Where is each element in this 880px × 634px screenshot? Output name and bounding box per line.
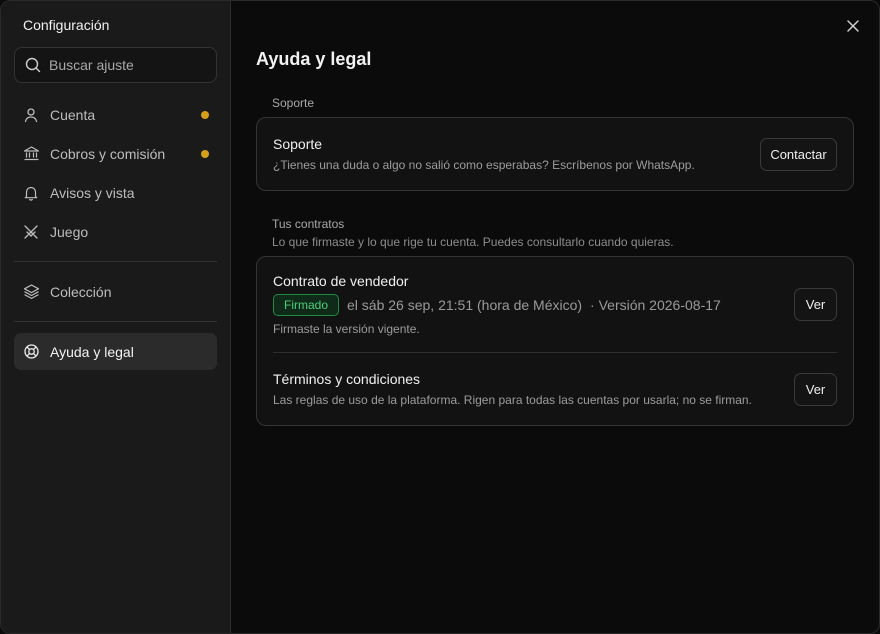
support-text: Soporte ¿Tienes una duda o algo no salió… [273,136,760,172]
terms-title: Términos y condiciones [273,371,421,387]
support-title: Soporte [273,136,323,152]
bank-icon [22,145,40,163]
sidebar-divider [14,261,217,262]
search-input[interactable] [49,57,230,73]
layers-icon [22,283,40,301]
contracts-card: Contrato de vendedor Firmado el sáb 26 s… [256,256,854,426]
contracts-section-description: Lo que firmaste y lo que rige tu cuenta.… [272,235,674,249]
support-description: ¿Tienes una duda o algo no salió como es… [273,158,695,172]
settings-window: Configuración Cuenta Cobros y comisión [0,0,880,634]
contracts-section-label: Tus contratos [272,217,345,231]
sidebar-item-coleccion[interactable]: Colección [14,273,217,310]
lifebuoy-icon [22,343,40,361]
sidebar-item-label: Cuenta [50,106,96,123]
sidebar-item-label: Avisos y vista [50,184,135,201]
seller-contract-text: Contrato de vendedor Firmado el sáb 26 s… [273,273,794,336]
swords-icon [22,223,40,241]
sidebar-divider [14,321,217,322]
status-badge: Firmado [273,294,340,316]
search-box[interactable] [14,47,230,83]
notification-dot [201,111,209,119]
view-terms-button[interactable]: Ver [794,372,837,406]
terms-description: Las reglas de uso de la plataforma. Rige… [273,393,752,407]
close-icon[interactable] [845,18,861,34]
terms-row: Términos y condiciones Las reglas de uso… [273,353,837,425]
sidebar-title: Configuración [23,17,110,33]
seller-contract-note: Firmaste la versión vigente. [273,322,420,336]
seller-contract-row: Contrato de vendedor Firmado el sáb 26 s… [273,257,837,353]
sidebar-item-cobros[interactable]: Cobros y comisión [14,135,217,172]
sidebar-item-ayuda[interactable]: Ayuda y legal [14,333,217,370]
sidebar-item-label: Ayuda y legal [50,343,134,360]
sidebar-nav: Cuenta Cobros y comisión Avisos y vista [14,96,217,370]
signed-date: el sáb 26 sep, 21:51 (hora de México) [347,297,583,313]
seller-contract-meta: Firmado el sáb 26 sep, 21:51 (hora de Mé… [273,294,794,316]
view-seller-contract-button[interactable]: Ver [794,288,837,321]
sidebar-item-label: Cobros y comisión [50,145,166,162]
seller-contract-title: Contrato de vendedor [273,273,409,289]
search-icon [25,57,41,73]
user-icon [22,106,40,124]
support-section-label: Soporte [272,96,315,110]
bell-icon [22,184,40,202]
sidebar-item-cuenta[interactable]: Cuenta [14,96,217,133]
support-card: Soporte ¿Tienes una duda o algo no salió… [256,117,854,191]
main-panel: Ayuda y legal Soporte Soporte ¿Tienes un… [231,1,879,633]
sidebar: Configuración Cuenta Cobros y comisión [1,1,231,633]
notification-dot [201,150,209,158]
terms-text: Términos y condiciones Las reglas de uso… [273,371,794,407]
sidebar-item-juego[interactable]: Juego [14,213,217,250]
sidebar-item-label: Juego [50,223,89,240]
sidebar-item-label: Colección [50,283,112,300]
page-title: Ayuda y legal [256,49,372,69]
contract-version: · Versión 2026-08-17 [590,297,721,313]
sidebar-item-avisos[interactable]: Avisos y vista [14,174,217,211]
contact-button[interactable]: Contactar [760,137,837,171]
